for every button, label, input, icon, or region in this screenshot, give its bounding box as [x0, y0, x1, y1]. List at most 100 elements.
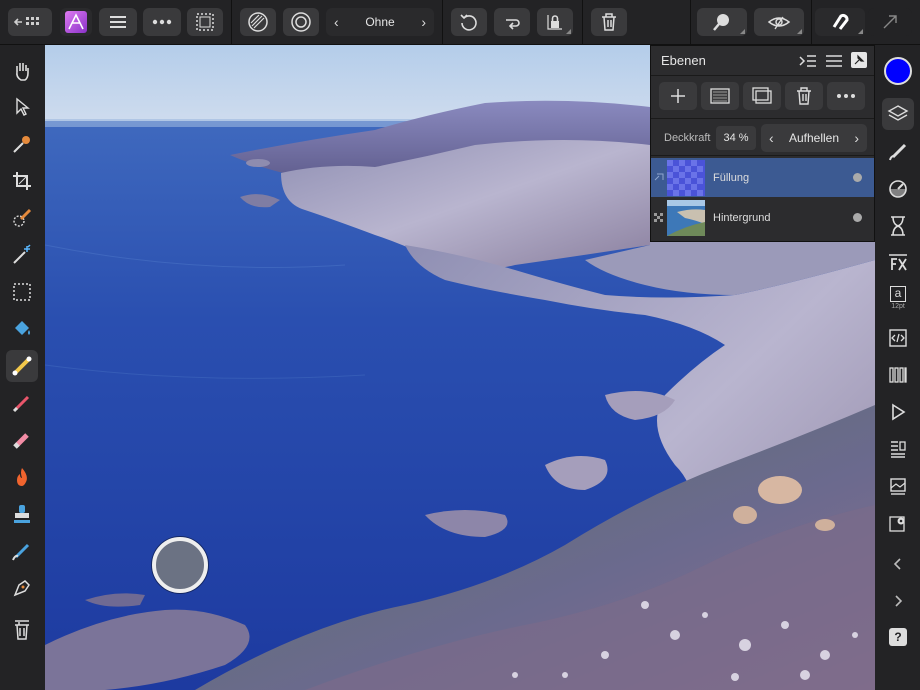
main-menu-button[interactable] — [99, 8, 137, 36]
toolbar-divider — [811, 0, 812, 45]
more-options-button[interactable] — [143, 8, 181, 36]
erase-brush-tool[interactable] — [6, 424, 38, 456]
chevron-right-icon — [895, 595, 903, 607]
text-studio-button[interactable]: a 12pt — [882, 282, 914, 314]
layers-panel-title: Ebenen — [661, 53, 706, 68]
layer-visibility-toggle[interactable] — [853, 173, 862, 182]
layer-blend-next-arrow[interactable]: › — [854, 130, 859, 146]
toolbar-divider — [231, 0, 232, 45]
layer-blend-prev-arrow[interactable]: ‹ — [769, 130, 774, 146]
add-pixel-layer-button[interactable] — [701, 82, 739, 110]
list-detail-icon — [891, 441, 906, 458]
panel-menu-button[interactable] — [825, 53, 843, 72]
pen-nib-icon — [13, 580, 30, 597]
document-setup-button[interactable] — [187, 8, 223, 36]
flood-fill-tool[interactable] — [6, 313, 38, 345]
collapse-left-button[interactable] — [882, 548, 914, 580]
delete-button[interactable] — [591, 8, 627, 36]
affinity-photo-persona-button[interactable] — [60, 8, 92, 36]
text-glyph: a — [890, 286, 906, 302]
view-tool[interactable] — [6, 55, 38, 87]
snapping-button[interactable] — [815, 8, 865, 36]
paint-brush-icon — [12, 395, 30, 413]
group-layers-button[interactable] — [743, 82, 781, 110]
eraser-icon — [13, 433, 29, 449]
layer-visibility-toggle[interactable] — [853, 213, 862, 222]
redo-button[interactable] — [494, 8, 530, 36]
delete-layer-button[interactable] — [785, 82, 823, 110]
move-tool[interactable] — [6, 91, 38, 123]
channels-studio-button[interactable] — [882, 359, 914, 391]
opacity-value[interactable]: 34 % — [716, 126, 756, 150]
layer-name: Füllung — [713, 171, 750, 184]
blend-next-arrow[interactable]: › — [421, 14, 426, 30]
pen-tool[interactable] — [6, 572, 38, 604]
gradient-tool[interactable] — [6, 350, 38, 382]
undo-button[interactable] — [451, 8, 487, 36]
fx-icon — [889, 254, 907, 271]
macro-studio-button[interactable] — [882, 322, 914, 354]
lock-icon — [547, 15, 562, 30]
clear-tool-button[interactable] — [6, 614, 38, 646]
layer-options-button[interactable] — [799, 53, 817, 72]
refine-selection-button[interactable] — [283, 8, 319, 36]
zoom-view-button[interactable] — [697, 8, 747, 36]
back-grid-icon — [13, 17, 39, 26]
navigator-studio-button[interactable] — [882, 396, 914, 428]
expand-corner-icon — [883, 15, 897, 29]
dropdown-corner-indicator — [740, 29, 745, 34]
arrow-pointer-icon — [16, 97, 30, 116]
hamburger-icon — [826, 55, 842, 67]
stock-studio-button[interactable] — [882, 470, 914, 502]
brushes-studio-button[interactable] — [882, 136, 914, 168]
adjustments-studio-button[interactable] — [882, 173, 914, 205]
dashed-rectangle-icon — [13, 283, 31, 301]
layer-row-background[interactable]: Hintergrund — [651, 198, 874, 237]
stamp-icon — [14, 505, 30, 523]
flood-select-tool[interactable] — [6, 239, 38, 271]
primary-color-swatch[interactable] — [884, 57, 912, 85]
quick-mask-button[interactable] — [240, 8, 276, 36]
layers-panel-header: Ebenen — [651, 46, 874, 76]
layer-blend-mode-selector[interactable]: ‹ Aufhellen › — [761, 124, 867, 152]
toolbar-divider — [690, 0, 691, 45]
expand-right-button[interactable] — [882, 585, 914, 617]
history-studio-button[interactable] — [882, 210, 914, 242]
settings-studio-button[interactable] — [882, 507, 914, 539]
burn-brush-tool[interactable] — [6, 461, 38, 493]
expand-view-button[interactable] — [868, 8, 912, 36]
blend-mode-selector[interactable]: ‹ Ohne › — [326, 8, 434, 36]
layer-more-button[interactable] — [827, 82, 865, 110]
layer-row-fill[interactable]: Füllung — [651, 158, 874, 197]
help-icon: ? — [889, 628, 907, 646]
selection-brush-tool[interactable] — [6, 202, 38, 234]
canvas-frame-icon — [196, 13, 214, 31]
layers-panel: Ebenen Deckkraft 34 % ‹ Aufhellen › Füll… — [650, 45, 875, 242]
clone-brush-tool[interactable] — [6, 498, 38, 530]
opacity-label: Deckkraft — [664, 132, 711, 144]
marquee-tool[interactable] — [6, 276, 38, 308]
gradient-icon — [12, 356, 32, 376]
layers-studio-button[interactable] — [882, 98, 914, 130]
magnet-icon — [832, 13, 849, 30]
pin-panel-button[interactable] — [851, 52, 867, 68]
trash-icon — [15, 620, 29, 640]
layer-properties-row: Deckkraft 34 % ‹ Aufhellen › — [651, 118, 874, 156]
crop-tool[interactable] — [6, 165, 38, 197]
help-button[interactable]: ? — [882, 621, 914, 653]
trash-icon — [602, 13, 616, 31]
tools-panel — [0, 45, 45, 690]
color-picker-tool[interactable] — [6, 128, 38, 160]
lock-layer-button[interactable] — [537, 8, 573, 36]
effects-studio-button[interactable] — [882, 247, 914, 279]
studio-panel-strip: a 12pt ? — [875, 45, 920, 690]
add-layer-button[interactable] — [659, 82, 697, 110]
back-button[interactable] — [8, 8, 52, 36]
gradient-handle[interactable] — [152, 537, 208, 593]
paint-brush-tool[interactable] — [6, 387, 38, 419]
hand-icon — [16, 63, 29, 81]
info-studio-button[interactable] — [882, 433, 914, 465]
smudge-brush-tool[interactable] — [6, 535, 38, 567]
blend-prev-arrow[interactable]: ‹ — [334, 14, 339, 30]
view-mode-button[interactable] — [754, 8, 804, 36]
